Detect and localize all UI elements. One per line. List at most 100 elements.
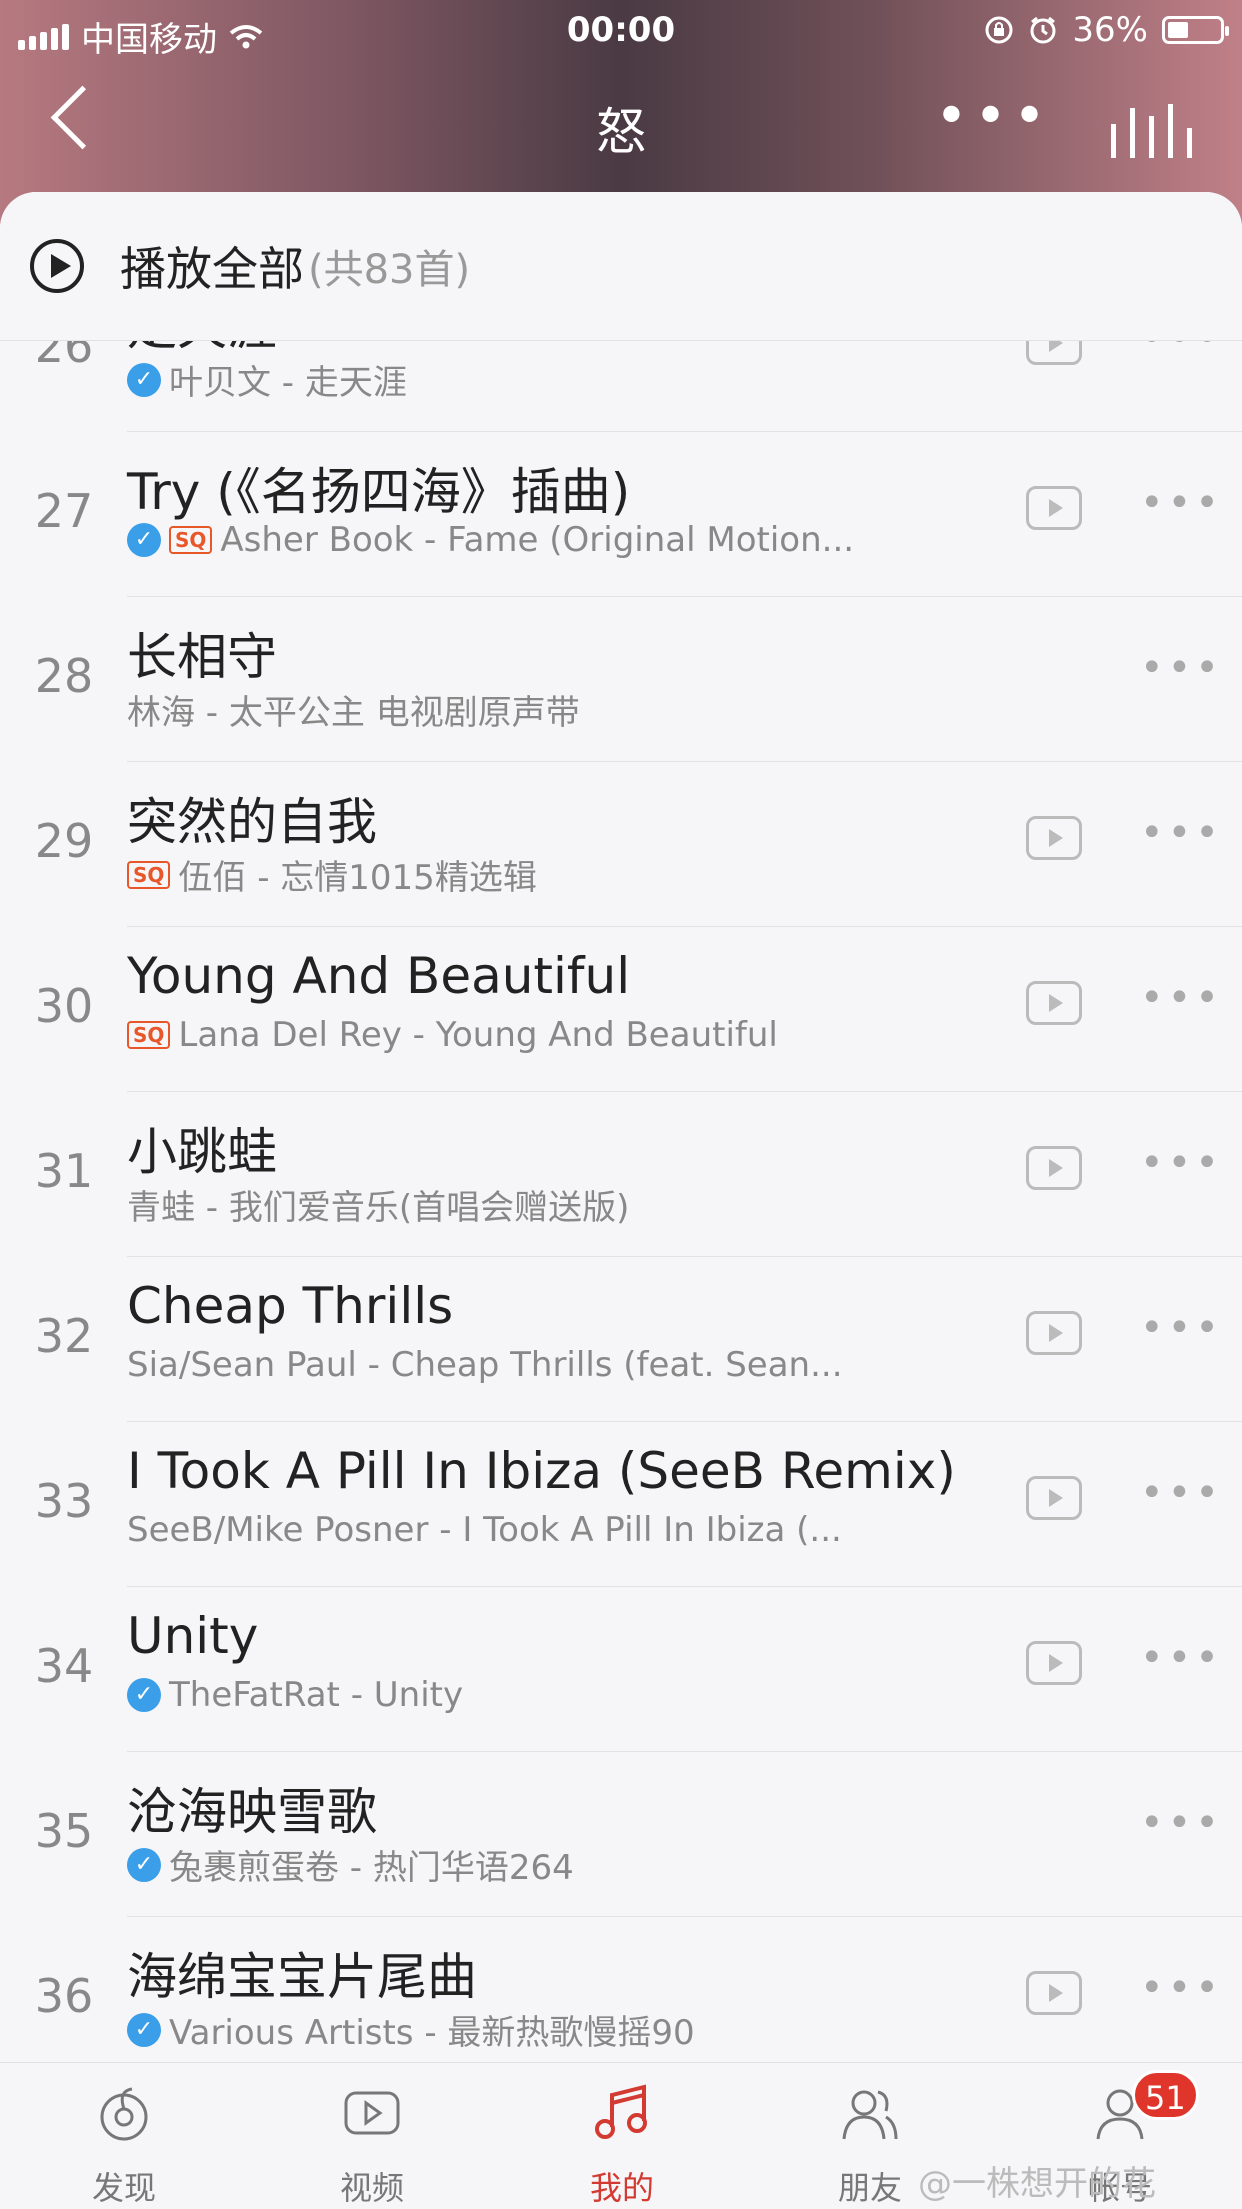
mv-play-icon[interactable] xyxy=(1026,816,1082,860)
battery-percent: 36% xyxy=(1072,10,1148,50)
song-title: Cheap Thrills xyxy=(127,1277,454,1335)
nav-bar: 怒 ••• xyxy=(0,70,1242,180)
track-number: 32 xyxy=(34,1309,94,1363)
page-title: 怒 xyxy=(596,103,646,161)
song-subtitle-line: ✓ 兔裹煎蛋卷 - 热门华语264 xyxy=(127,1840,574,1889)
track-number: 33 xyxy=(34,1474,94,1528)
song-subtitle-line: SQ Lana Del Rey - Young And Beautiful xyxy=(127,1015,778,1055)
song-artist-album: 叶贝文 - 走天涯 xyxy=(169,363,407,403)
sq-badge: SQ xyxy=(127,1021,171,1049)
video-icon xyxy=(342,2083,402,2143)
music-note-icon xyxy=(592,2083,652,2143)
song-row[interactable]: 35 沧海映雪歌 ✓ 兔裹煎蛋卷 - 热门华语264 ••• xyxy=(0,1752,1242,1917)
song-title: 长相守 xyxy=(127,628,277,686)
tab-video[interactable]: 视频 xyxy=(292,2063,452,2209)
song-artist-album: Asher Book - Fame (Original Motion... xyxy=(220,520,855,560)
song-subtitle-line: 青蛙 - 我们爱音乐(首唱会赠送版) xyxy=(127,1180,629,1229)
rotation-lock-icon xyxy=(985,16,1013,44)
track-number: 31 xyxy=(34,1144,94,1198)
tab-discover[interactable]: 发现 xyxy=(44,2063,204,2209)
song-row[interactable]: 27 Try (《名扬四海》插曲) ✓ SQ Asher Book - Fame (Or… xyxy=(0,432,1242,597)
play-circle-icon xyxy=(30,239,84,293)
verified-icon: ✓ xyxy=(127,2012,161,2047)
song-more-button[interactable]: ••• xyxy=(1140,1305,1223,1351)
song-title: 海绵宝宝片尾曲 xyxy=(127,1948,477,2006)
now-playing-icon[interactable] xyxy=(1111,104,1192,158)
tab-label: 视频 xyxy=(339,2169,404,2207)
track-number: 36 xyxy=(34,1969,94,2023)
mv-play-icon[interactable] xyxy=(1026,1146,1082,1190)
song-more-button[interactable]: ••• xyxy=(1140,1965,1223,2011)
song-list-sheet: 播放全部 (共83首) 26走天涯✓叶贝文 - 走天涯•••27Try (《名扬… xyxy=(0,192,1242,2208)
song-more-button[interactable]: ••• xyxy=(1140,480,1223,526)
song-subtitle-line: ✓ Various Artists - 最新热歌慢摇90 xyxy=(127,2005,695,2054)
mv-play-icon[interactable] xyxy=(1026,1476,1082,1520)
song-artist-album: 青蛙 - 我们爱音乐(首唱会赠送版) xyxy=(127,1188,630,1228)
song-count: (共83首) xyxy=(308,247,471,293)
song-artist-album: Sia/Sean Paul - Cheap Thrills (feat. Sea… xyxy=(127,1345,843,1385)
song-more-button[interactable]: ••• xyxy=(1140,975,1223,1021)
mv-play-icon[interactable] xyxy=(1026,1311,1082,1355)
song-row[interactable]: 33 I Took A Pill In Ibiza (SeeB Remix) See… xyxy=(0,1422,1242,1587)
song-subtitle-line: ✓ 叶贝文 - 走天涯 xyxy=(127,355,407,404)
song-artist-album: 伍佰 - 忘情1015精选辑 xyxy=(178,858,537,898)
track-number: 28 xyxy=(34,649,94,703)
song-title: Unity xyxy=(127,1607,259,1665)
discover-icon xyxy=(94,2083,154,2143)
song-row[interactable]: 30 Young And Beautiful SQ Lana Del Rey - Yo… xyxy=(0,927,1242,1092)
song-artist-album: 林海 - 太平公主 电视剧原声带 xyxy=(127,693,580,733)
verified-icon: ✓ xyxy=(127,523,161,557)
song-row[interactable]: 34 Unity ✓ TheFatRat - Unity ••• xyxy=(0,1587,1242,1752)
song-subtitle-line: ✓ TheFatRat - Unity xyxy=(127,1675,463,1715)
sq-badge: SQ xyxy=(127,860,171,889)
song-artist-album: 兔裹煎蛋卷 - 热门华语264 xyxy=(169,1848,574,1888)
song-artist-album: SeeB/Mike Posner - I Took A Pill In Ibiz… xyxy=(127,1510,842,1550)
battery-icon xyxy=(1162,16,1229,44)
mv-play-icon[interactable] xyxy=(1026,486,1082,530)
song-subtitle-line: SeeB/Mike Posner - I Took A Pill In Ibiz… xyxy=(127,1510,842,1550)
song-title: 小跳蛙 xyxy=(127,1123,277,1181)
alarm-icon xyxy=(1030,16,1056,44)
track-number: 29 xyxy=(34,814,94,868)
song-subtitle-line: ✓ SQ Asher Book - Fame (Original Motion... xyxy=(127,520,854,560)
song-more-button[interactable]: ••• xyxy=(1140,1470,1223,1516)
song-row[interactable]: 28 长相守林海 - 太平公主 电视剧原声带 ••• xyxy=(0,597,1242,762)
mv-play-icon[interactable] xyxy=(1026,981,1082,1025)
track-number: 35 xyxy=(34,1804,94,1858)
notification-badge: 51 xyxy=(1132,2070,1199,2120)
verified-icon: ✓ xyxy=(127,362,161,397)
song-row[interactable]: 29 突然的自我 SQ 伍佰 - 忘情1015精选辑 ••• xyxy=(0,762,1242,927)
song-subtitle-line: 林海 - 太平公主 电视剧原声带 xyxy=(127,685,580,734)
verified-icon: ✓ xyxy=(127,1678,161,1712)
tab-label: 我的 xyxy=(589,2169,654,2207)
song-artist-album: Various Artists - 最新热歌慢摇90 xyxy=(169,2013,695,2053)
song-title: 突然的自我 xyxy=(127,793,377,851)
song-row[interactable]: 32 Cheap Thrills Sia/Sean Paul - Cheap Thr… xyxy=(0,1257,1242,1422)
song-more-button[interactable]: ••• xyxy=(1140,1140,1223,1186)
song-row[interactable]: 36 海绵宝宝片尾曲 ✓ Various Artists - 最新热歌慢摇90 ••• xyxy=(0,1917,1242,2082)
song-title: 沧海映雪歌 xyxy=(127,1783,377,1841)
watermark: @一株想开的花 xyxy=(918,2164,1156,2204)
track-number: 30 xyxy=(34,979,94,1033)
song-artist-album: TheFatRat - Unity xyxy=(169,1675,464,1715)
song-more-button[interactable]: ••• xyxy=(1140,1800,1223,1846)
friends-icon xyxy=(840,2083,900,2143)
play-all-button[interactable]: 播放全部 (共83首) xyxy=(0,192,1242,341)
song-row[interactable]: 31 小跳蛙青蛙 - 我们爱音乐(首唱会赠送版) ••• xyxy=(0,1092,1242,1257)
song-subtitle-line: Sia/Sean Paul - Cheap Thrills (feat. Sea… xyxy=(127,1345,843,1385)
track-number: 34 xyxy=(34,1639,94,1693)
play-all-label: 播放全部 xyxy=(120,242,304,296)
song-more-button[interactable]: ••• xyxy=(1140,810,1223,856)
verified-icon: ✓ xyxy=(127,1847,161,1882)
song-more-button[interactable]: ••• xyxy=(1140,1635,1223,1681)
tab-music-note[interactable]: 我的 xyxy=(542,2063,702,2209)
song-more-button[interactable]: ••• xyxy=(1140,645,1223,691)
status-bar: 中国移动 00:00 36% xyxy=(0,0,1242,60)
more-options-button[interactable]: ••• xyxy=(935,84,1052,149)
song-title: Young And Beautiful xyxy=(127,947,631,1005)
track-number: 27 xyxy=(34,484,94,538)
tab-label: 发现 xyxy=(91,2169,156,2207)
song-artist-album: Lana Del Rey - Young And Beautiful xyxy=(178,1015,778,1055)
mv-play-icon[interactable] xyxy=(1026,1641,1082,1685)
mv-play-icon[interactable] xyxy=(1026,1971,1082,2015)
